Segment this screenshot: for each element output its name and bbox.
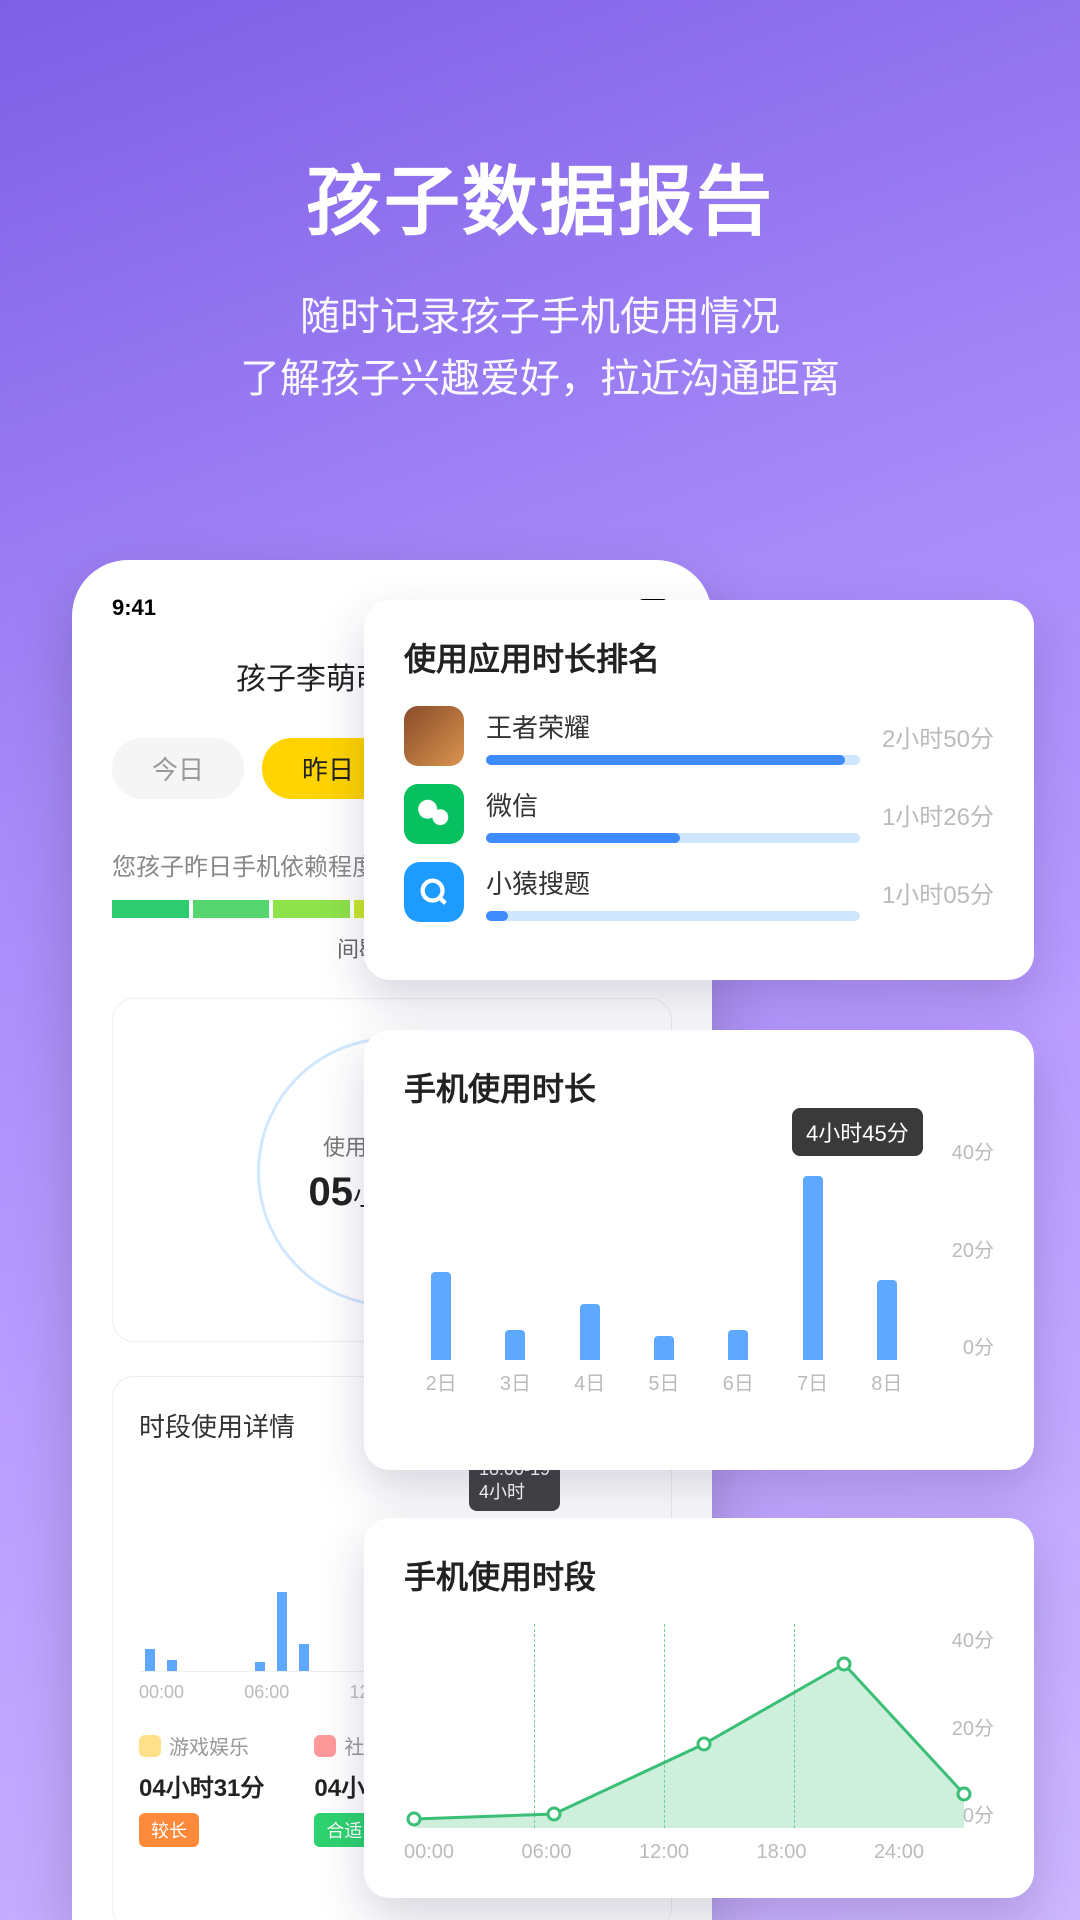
hourly-usage-title: 手机使用时段 [404,1552,994,1598]
hero-subtitle: 随时记录孩子手机使用情况 了解孩子兴趣爱好，拉近沟通距离 [0,286,1080,410]
hourly-usage-card: 手机使用时段 40分20分0分 00:0006:00 12:0018:00 24… [364,1518,1034,1898]
daily-usage-title: 手机使用时长 [404,1064,994,1110]
rank-row[interactable]: 王者荣耀 2小时50分 [404,706,994,766]
category-games: 游戏娱乐 04小时31分 较长 [139,1731,264,1847]
daily-usage-card: 手机使用时长 4小时45分 40分20分0分 2日3日4日 5日6日7日 8日 [364,1030,1034,1470]
xiaoyuan-icon [404,862,464,922]
daily-usage-chart[interactable]: 40分20分0分 2日3日4日 5日6日7日 8日 [404,1136,994,1396]
hero-title: 孩子数据报告 [0,140,1080,250]
wechat-icon [404,784,464,844]
badge-long: 较长 [139,1813,199,1847]
hero-banner: 孩子数据报告 随时记录孩子手机使用情况 了解孩子兴趣爱好，拉近沟通距离 [0,0,1080,410]
rank-row[interactable]: 小猿搜题 1小时05分 [404,862,994,922]
game-icon [139,1735,161,1757]
app-ranking-card: 使用应用时长排名 王者荣耀 2小时50分 微信 1小时26分 小猿搜题 1小时0… [364,600,1034,980]
status-time: 9:41 [112,595,156,621]
rank-row[interactable]: 微信 1小时26分 [404,784,994,844]
hok-icon [404,706,464,766]
hourly-usage-chart[interactable]: 40分20分0分 00:0006:00 12:0018:00 24:00 [404,1624,994,1864]
ranking-title: 使用应用时长排名 [404,634,994,680]
tab-today[interactable]: 今日 [112,738,244,799]
social-icon [314,1735,336,1757]
